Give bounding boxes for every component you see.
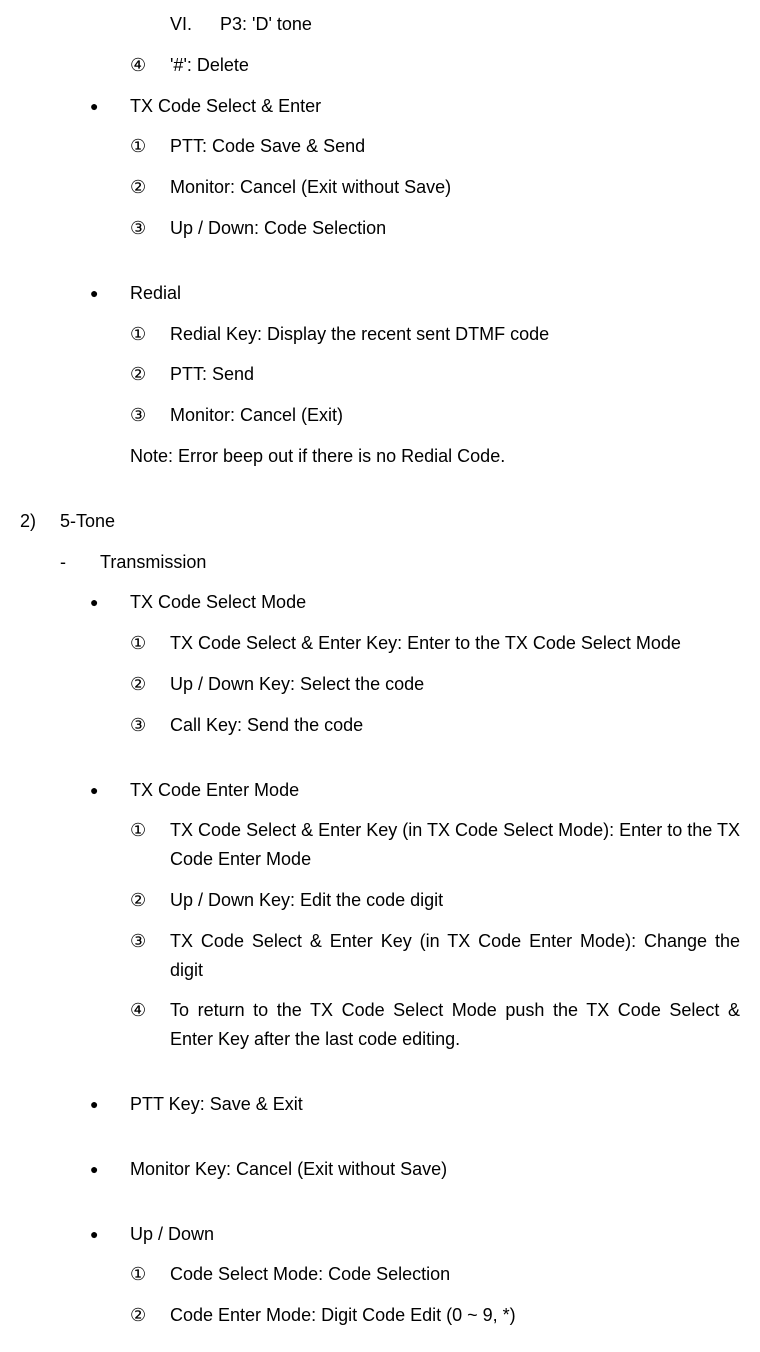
section-heading-5tone: 2) 5-Tone bbox=[20, 507, 740, 536]
bullet-text: Up / Down bbox=[130, 1220, 740, 1249]
marker: ① bbox=[130, 629, 170, 658]
list-item-vi: VI. P3: 'D' tone bbox=[20, 10, 740, 39]
list-item: ② Monitor: Cancel (Exit without Save) bbox=[20, 173, 740, 202]
marker: - bbox=[60, 548, 100, 577]
marker: ③ bbox=[130, 711, 170, 740]
bullet-tx-code-select-enter: ● TX Code Select & Enter bbox=[20, 92, 740, 121]
item-text: Monitor: Cancel (Exit) bbox=[170, 401, 740, 430]
list-item: ③ Up / Down: Code Selection bbox=[20, 214, 740, 243]
list-item: ① TX Code Select & Enter Key (in TX Code… bbox=[20, 816, 740, 874]
marker: ② bbox=[130, 886, 170, 915]
heading-text: Transmission bbox=[100, 548, 740, 577]
bullet-tx-code-enter-mode: ● TX Code Enter Mode bbox=[20, 776, 740, 805]
bullet-icon: ● bbox=[90, 776, 130, 805]
spacer bbox=[20, 1196, 740, 1220]
item-text: Code Enter Mode: Digit Code Edit (0 ~ 9,… bbox=[170, 1301, 740, 1330]
item-text: P3: 'D' tone bbox=[220, 10, 740, 39]
list-item: ② PTT: Send bbox=[20, 360, 740, 389]
list-item: ① Code Select Mode: Code Selection bbox=[20, 1260, 740, 1289]
marker: ③ bbox=[130, 927, 170, 985]
list-item: ② Code Enter Mode: Digit Code Edit (0 ~ … bbox=[20, 1301, 740, 1330]
bullet-text: Monitor Key: Cancel (Exit without Save) bbox=[130, 1155, 740, 1184]
item-text: TX Code Select & Enter Key: Enter to the… bbox=[170, 629, 740, 658]
bullet-ptt-key: ● PTT Key: Save & Exit bbox=[20, 1090, 740, 1119]
marker: ④ bbox=[130, 996, 170, 1054]
bullet-text: TX Code Select Mode bbox=[130, 588, 740, 617]
marker: VI. bbox=[170, 10, 220, 39]
item-text: PTT: Code Save & Send bbox=[170, 132, 740, 161]
marker: ④ bbox=[130, 51, 170, 80]
list-item: ② Up / Down Key: Select the code bbox=[20, 670, 740, 699]
list-item: ③ TX Code Select & Enter Key (in TX Code… bbox=[20, 927, 740, 985]
spacer bbox=[20, 255, 740, 279]
list-item: ① TX Code Select & Enter Key: Enter to t… bbox=[20, 629, 740, 658]
list-item: ① Redial Key: Display the recent sent DT… bbox=[20, 320, 740, 349]
bullet-icon: ● bbox=[90, 588, 130, 617]
marker: ② bbox=[130, 360, 170, 389]
bullet-text: TX Code Select & Enter bbox=[130, 92, 740, 121]
item-text: '#': Delete bbox=[170, 51, 740, 80]
marker: ③ bbox=[130, 401, 170, 430]
item-text: PTT: Send bbox=[170, 360, 740, 389]
item-text: Up / Down Key: Select the code bbox=[170, 670, 740, 699]
heading-text: 5-Tone bbox=[60, 507, 740, 536]
item-text: Up / Down: Code Selection bbox=[170, 214, 740, 243]
spacer bbox=[20, 752, 740, 776]
marker: 2) bbox=[20, 507, 60, 536]
list-item: ④ To return to the TX Code Select Mode p… bbox=[20, 996, 740, 1054]
list-item-c4: ④ '#': Delete bbox=[20, 51, 740, 80]
bullet-icon: ● bbox=[90, 1090, 130, 1119]
list-item: ② Up / Down Key: Edit the code digit bbox=[20, 886, 740, 915]
spacer bbox=[20, 1131, 740, 1155]
marker: ① bbox=[130, 132, 170, 161]
item-text: TX Code Select & Enter Key (in TX Code S… bbox=[170, 816, 740, 874]
bullet-icon: ● bbox=[90, 1220, 130, 1249]
marker: ② bbox=[130, 670, 170, 699]
item-text: TX Code Select & Enter Key (in TX Code E… bbox=[170, 927, 740, 985]
item-text: Monitor: Cancel (Exit without Save) bbox=[170, 173, 740, 202]
sub-heading-transmission: - Transmission bbox=[20, 548, 740, 577]
bullet-text: Redial bbox=[130, 279, 740, 308]
item-text: Up / Down Key: Edit the code digit bbox=[170, 886, 740, 915]
note-text: Note: Error beep out if there is no Redi… bbox=[130, 442, 740, 471]
redial-note: Note: Error beep out if there is no Redi… bbox=[20, 442, 740, 471]
item-text: To return to the TX Code Select Mode pus… bbox=[170, 996, 740, 1054]
marker: ② bbox=[130, 173, 170, 202]
marker: ① bbox=[130, 816, 170, 874]
item-text: Code Select Mode: Code Selection bbox=[170, 1260, 740, 1289]
marker: ① bbox=[130, 1260, 170, 1289]
bullet-icon: ● bbox=[90, 1155, 130, 1184]
bullet-tx-code-select-mode: ● TX Code Select Mode bbox=[20, 588, 740, 617]
bullet-up-down: ● Up / Down bbox=[20, 1220, 740, 1249]
list-item: ③ Monitor: Cancel (Exit) bbox=[20, 401, 740, 430]
item-text: Redial Key: Display the recent sent DTMF… bbox=[170, 320, 740, 349]
marker: ② bbox=[130, 1301, 170, 1330]
bullet-icon: ● bbox=[90, 279, 130, 308]
bullet-redial: ● Redial bbox=[20, 279, 740, 308]
spacer bbox=[20, 1066, 740, 1090]
bullet-monitor-key: ● Monitor Key: Cancel (Exit without Save… bbox=[20, 1155, 740, 1184]
marker: ① bbox=[130, 320, 170, 349]
item-text: Call Key: Send the code bbox=[170, 711, 740, 740]
bullet-icon: ● bbox=[90, 92, 130, 121]
spacer bbox=[20, 483, 740, 507]
list-item: ① PTT: Code Save & Send bbox=[20, 132, 740, 161]
bullet-text: TX Code Enter Mode bbox=[130, 776, 740, 805]
list-item: ③ Call Key: Send the code bbox=[20, 711, 740, 740]
bullet-text: PTT Key: Save & Exit bbox=[130, 1090, 740, 1119]
marker: ③ bbox=[130, 214, 170, 243]
